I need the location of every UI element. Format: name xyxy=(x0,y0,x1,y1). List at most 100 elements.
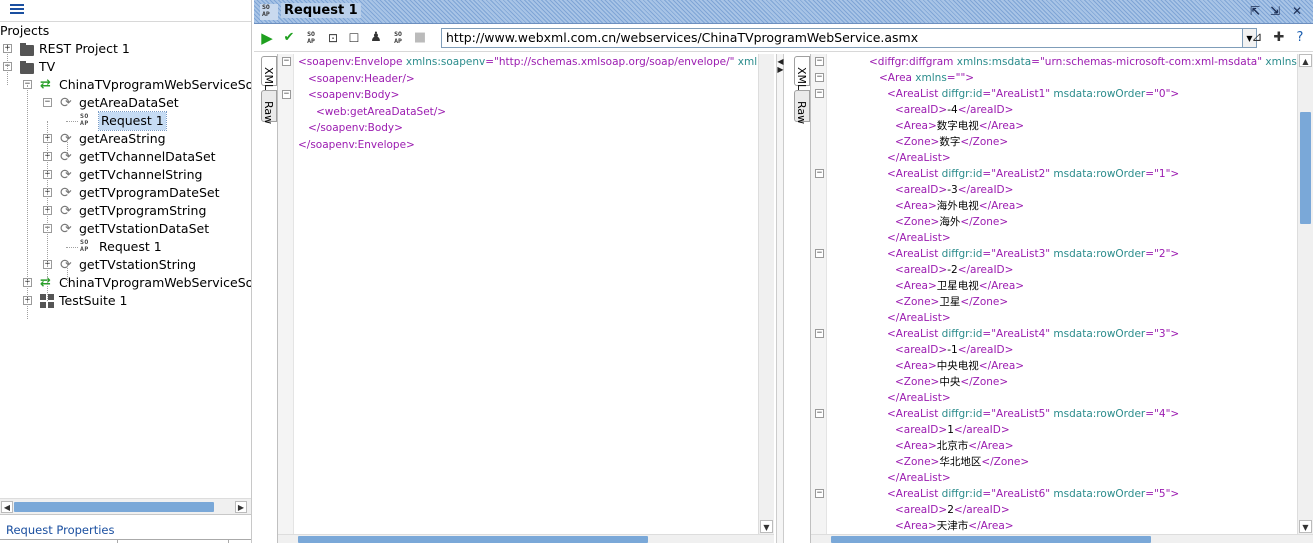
fold-toggle-icon[interactable]: − xyxy=(815,249,824,258)
xml-line[interactable]: <soapenv:Header/> xyxy=(308,71,415,87)
xml-line[interactable]: </AreaList> xyxy=(887,310,951,326)
request-xml-content[interactable]: <soapenv:Envelope xmlns:soapenv="http://… xyxy=(298,54,758,534)
tree-node[interactable]: + ⟳ getTVprogramDateSet xyxy=(0,184,251,202)
collapse-icon[interactable]: − xyxy=(43,98,52,107)
xml-line[interactable]: <Zone>卫星</Zone> xyxy=(895,294,1008,310)
fold-toggle-icon[interactable]: − xyxy=(282,90,291,99)
user-auth-icon[interactable]: ♟ xyxy=(367,29,385,47)
fold-toggle-icon[interactable]: − xyxy=(815,73,824,82)
scroll-down-arrow-icon[interactable]: ▼ xyxy=(1299,520,1312,533)
navigator-horizontal-scrollbar[interactable]: ◀ ▶ xyxy=(0,498,251,514)
xml-line[interactable]: <AreaList diffgr:id="AreaList4" msdata:r… xyxy=(887,326,1179,342)
tree-node[interactable]: + REST Project 1 xyxy=(0,40,251,58)
xml-line[interactable]: <areaID>-4</areaID> xyxy=(895,102,1013,118)
tree-node[interactable]: SO AP Request 1 xyxy=(0,238,251,256)
xml-line[interactable]: <AreaList diffgr:id="AreaList3" msdata:r… xyxy=(887,246,1179,262)
fit-window-icon[interactable]: ⊡ xyxy=(324,29,342,47)
tree-node[interactable]: + ⇄ ChinaTVprogramWebServiceSoa xyxy=(0,274,251,292)
xml-line[interactable]: </AreaList> xyxy=(887,150,951,166)
xml-line[interactable]: </soapenv:Body> xyxy=(308,120,403,136)
tree-node[interactable]: + ⟳ getTVchannelDataSet xyxy=(0,148,251,166)
fold-toggle-icon[interactable]: − xyxy=(282,57,291,66)
xml-line[interactable]: <soapenv:Body> xyxy=(308,87,399,103)
fold-toggle-icon[interactable]: − xyxy=(815,169,824,178)
tab-response-xml[interactable]: XML xyxy=(794,56,810,90)
tree-node[interactable]: − ⟳ getTVstationDataSet xyxy=(0,220,251,238)
fold-toggle-icon[interactable]: − xyxy=(815,57,824,66)
xml-line[interactable]: <Area>北京市</Area> xyxy=(895,438,1014,454)
xml-line[interactable]: <Area>数字电视</Area> xyxy=(895,118,1024,134)
response-vertical-scrollbar[interactable]: ▲ ▼ xyxy=(1297,54,1313,534)
fold-toggle-icon[interactable]: − xyxy=(815,489,824,498)
submit-request-icon[interactable]: ▶ xyxy=(258,29,276,47)
soap-format-icon[interactable]: SO AP xyxy=(302,29,320,47)
fold-toggle-icon[interactable]: − xyxy=(815,409,824,418)
editor-splitter[interactable]: ◀ ▶ xyxy=(776,54,784,543)
help-icon[interactable]: ? xyxy=(1291,29,1309,47)
create-empty-request-icon[interactable]: SO AP xyxy=(389,29,407,47)
tree-node[interactable]: + ⟳ getTVprogramString xyxy=(0,202,251,220)
scroll-left-arrow-icon[interactable]: ◀ xyxy=(1,501,13,513)
endpoint-url-combobox[interactable]: http://www.webxml.com.cn/webservices/Chi… xyxy=(441,28,1243,48)
xml-line[interactable]: <AreaList diffgr:id="AreaList5" msdata:r… xyxy=(887,406,1179,422)
request-vertical-scrollbar[interactable]: ▼ xyxy=(758,54,774,534)
fold-toggle-icon[interactable]: − xyxy=(815,329,824,338)
xml-line[interactable]: <areaID>-1</areaID> xyxy=(895,342,1013,358)
tree-node[interactable]: − ⟳ getAreaDataSet xyxy=(0,94,251,112)
tab-request-raw[interactable]: Raw xyxy=(261,90,277,124)
xml-line[interactable]: <Area xmlns=""> xyxy=(879,70,974,86)
xml-line[interactable]: <Zone>数字</Zone> xyxy=(895,134,1008,150)
tree-node[interactable]: + ⟳ getTVstationString xyxy=(0,256,251,274)
xml-line[interactable]: <areaID>1</areaID> xyxy=(895,422,1010,438)
scroll-thumb[interactable] xyxy=(831,536,1151,543)
xml-line[interactable]: <areaID>-2</areaID> xyxy=(895,262,1013,278)
validate-icon[interactable]: ✔ xyxy=(280,29,298,47)
scroll-thumb[interactable] xyxy=(298,536,648,543)
scroll-thumb[interactable] xyxy=(1300,112,1311,224)
tree-node[interactable]: SO AP Request 1 xyxy=(0,111,251,131)
xml-line[interactable]: <AreaList diffgr:id="AreaList2" msdata:r… xyxy=(887,166,1179,182)
xml-line[interactable]: <Zone>中央</Zone> xyxy=(895,374,1008,390)
collapse-right-icon[interactable]: ▶ xyxy=(777,66,784,74)
response-xml-editor[interactable]: − − − − − − − − <diffgr:diffgram xmlns:msdata="… xyxy=(811,54,1313,543)
xml-line[interactable]: <Area>卫星电视</Area> xyxy=(895,278,1024,294)
request-horizontal-scrollbar[interactable] xyxy=(278,534,774,543)
xml-line[interactable]: </AreaList> xyxy=(887,470,951,486)
xml-line[interactable]: <Zone>华北地区</Zone> xyxy=(895,454,1029,470)
xml-line[interactable]: <web:getAreaDataSet/> xyxy=(316,104,446,120)
xml-line[interactable]: <areaID>2</areaID> xyxy=(895,502,1010,518)
cancel-request-icon[interactable]: ■ xyxy=(411,29,429,47)
request-properties-title[interactable]: Request Properties xyxy=(6,523,115,537)
edit-endpoint-icon[interactable]: ⊿ xyxy=(1248,29,1266,47)
request-xml-editor[interactable]: − − <soapenv:Envelope xmlns:soapenv="http… xyxy=(278,54,774,543)
tree-node[interactable]: + ⟳ getTVchannelString xyxy=(0,166,251,184)
xml-line[interactable]: </AreaList> xyxy=(887,390,951,406)
xml-line[interactable]: <Area>天津市</Area> xyxy=(895,518,1014,534)
tree-node[interactable]: − TV xyxy=(0,58,251,76)
xml-line[interactable]: <diffgr:diffgram xmlns:msdata="urn:schem… xyxy=(869,54,1297,70)
add-endpoint-icon[interactable]: ✚ xyxy=(1270,29,1288,47)
tree-view-icon[interactable] xyxy=(10,4,24,16)
close-icon[interactable]: ✕ xyxy=(1289,3,1305,19)
scroll-thumb[interactable] xyxy=(14,502,214,512)
scroll-up-arrow-icon[interactable]: ▲ xyxy=(1299,54,1312,67)
tree-root-projects[interactable]: Projects xyxy=(0,22,49,40)
scroll-right-arrow-icon[interactable]: ▶ xyxy=(235,501,247,513)
fold-toggle-icon[interactable]: − xyxy=(815,89,824,98)
xml-line[interactable]: <AreaList diffgr:id="AreaList6" msdata:r… xyxy=(887,486,1179,502)
stop-icon[interactable]: ☐ xyxy=(345,29,363,47)
xml-line[interactable]: <areaID>-3</areaID> xyxy=(895,182,1013,198)
tab-request-xml[interactable]: XML xyxy=(261,56,277,90)
xml-line[interactable]: <AreaList diffgr:id="AreaList1" msdata:r… xyxy=(887,86,1179,102)
xml-line[interactable]: </AreaList> xyxy=(887,230,951,246)
xml-line[interactable]: </soapenv:Envelope> xyxy=(298,137,415,153)
response-xml-content[interactable]: <diffgr:diffgram xmlns:msdata="urn:schem… xyxy=(831,54,1297,534)
xml-line[interactable]: <Area>中央电视</Area> xyxy=(895,358,1024,374)
tab-response-raw[interactable]: Raw xyxy=(794,90,810,124)
scroll-down-arrow-icon[interactable]: ▼ xyxy=(760,520,773,533)
xml-line[interactable]: <Area>海外电视</Area> xyxy=(895,198,1024,214)
xml-line[interactable]: <Zone>海外</Zone> xyxy=(895,214,1008,230)
response-horizontal-scrollbar[interactable] xyxy=(811,534,1313,543)
minimize-icon[interactable]: ⇲ xyxy=(1267,3,1283,19)
tree-node[interactable]: − ⇄ ChinaTVprogramWebServiceSoa xyxy=(0,76,251,94)
